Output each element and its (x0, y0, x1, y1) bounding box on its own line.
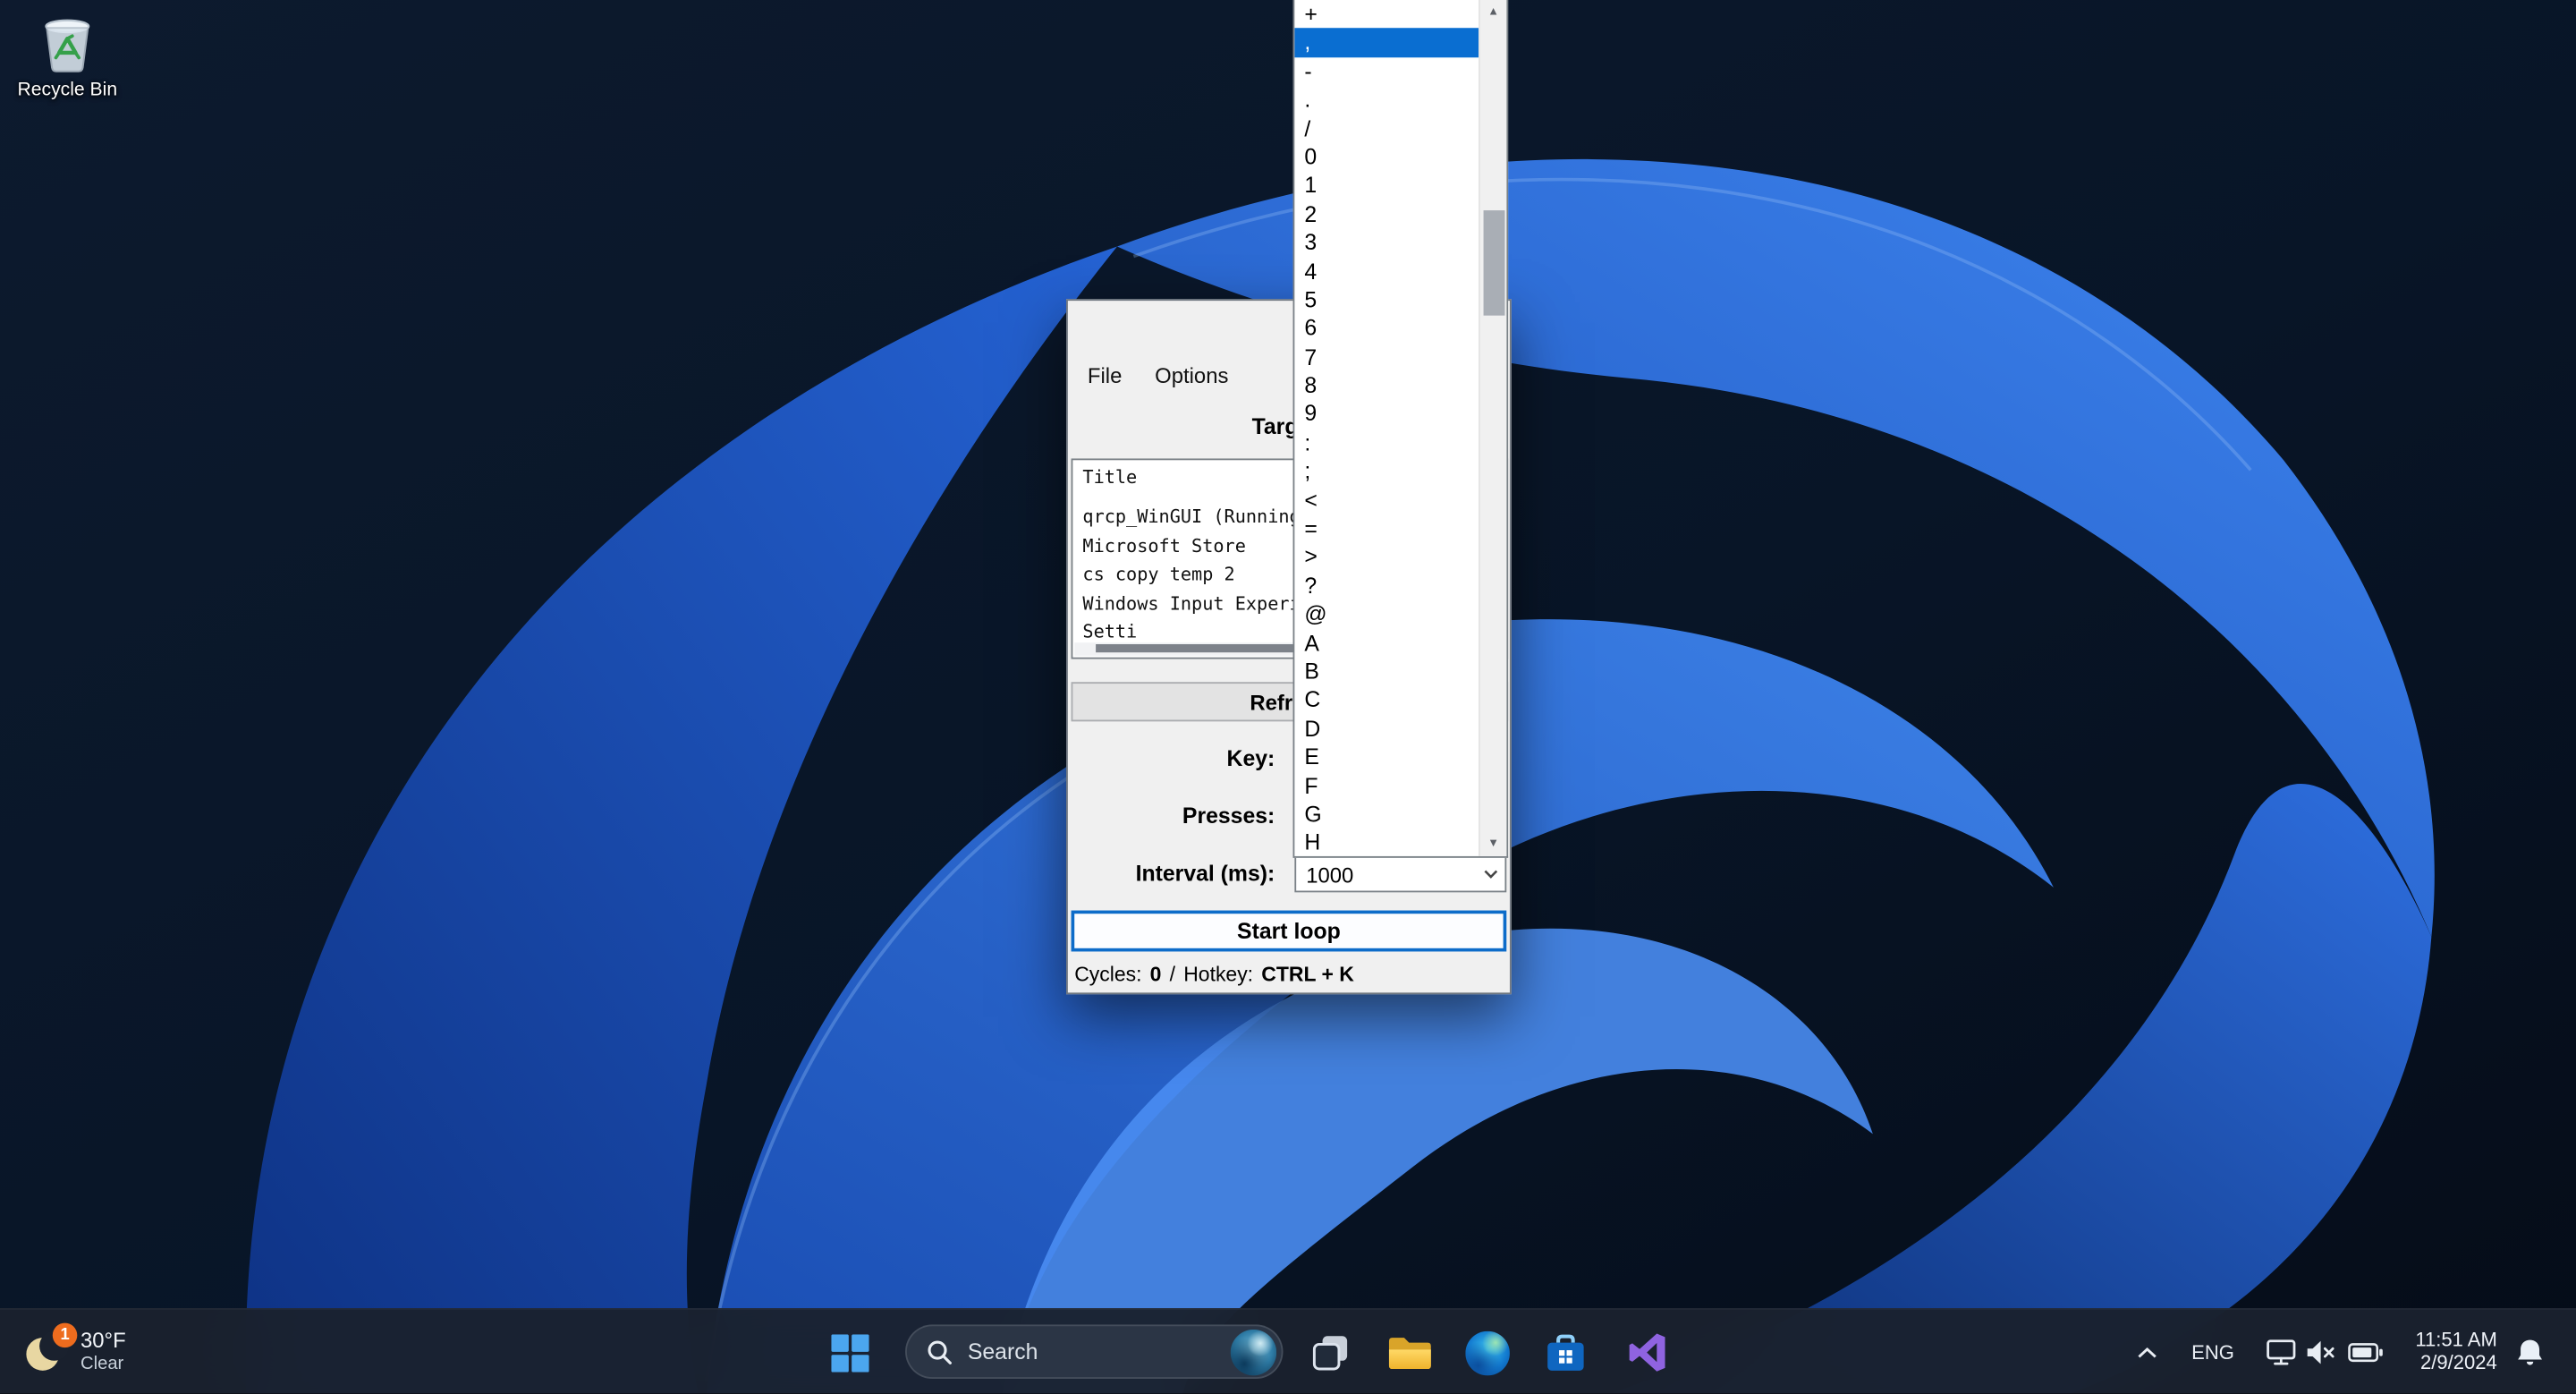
volume-muted-icon (2304, 1339, 2335, 1365)
menu-file[interactable]: File (1072, 359, 1139, 390)
network-icon (2265, 1338, 2296, 1367)
weather-condition: Clear (80, 1355, 126, 1375)
notification-badge: 1 (53, 1323, 78, 1348)
presses-label: Presses: (1068, 803, 1275, 829)
widgets-weather-button[interactable]: 1 30°F Clear (10, 1313, 142, 1392)
dropdown-vertical-scrollbar[interactable]: ▲ ▼ (1479, 0, 1506, 856)
dropdown-item[interactable]: 3 (1294, 229, 1479, 258)
dropdown-item[interactable]: + (1294, 0, 1479, 29)
dropdown-item[interactable]: 4 (1294, 257, 1479, 285)
dropdown-item[interactable]: 5 (1294, 285, 1479, 314)
edge-browser-icon (1464, 1330, 1509, 1375)
search-label: Search (968, 1339, 1216, 1364)
start-button[interactable] (817, 1320, 882, 1385)
visual-studio-icon (1626, 1331, 1669, 1374)
task-view-button[interactable] (1298, 1320, 1363, 1385)
dropdown-item[interactable]: ; (1294, 457, 1479, 486)
dropdown-item[interactable]: . (1294, 86, 1479, 115)
recycle-bin-icon (33, 10, 102, 75)
dropdown-item[interactable]: 1 (1294, 172, 1479, 200)
dropdown-scrollbar-thumb[interactable] (1483, 210, 1504, 316)
menu-bar: File Options (1072, 357, 1245, 393)
notification-center-button[interactable] (2507, 1320, 2553, 1385)
chevron-up-icon (2138, 1347, 2157, 1358)
menu-options[interactable]: Options (1139, 359, 1245, 390)
dropdown-item[interactable]: @ (1294, 600, 1479, 629)
taskbar: 1 30°F Clear Search (0, 1308, 2576, 1394)
dropdown-item[interactable]: 7 (1294, 343, 1479, 371)
dropdown-item[interactable]: / (1294, 115, 1479, 143)
dropdown-item[interactable]: = (1294, 514, 1479, 543)
hotkey-label: Hotkey: (1183, 962, 1253, 985)
dropdown-item[interactable]: B (1294, 658, 1479, 686)
language-indicator[interactable]: ENG (2182, 1320, 2244, 1385)
dropdown-item[interactable]: , (1294, 29, 1479, 57)
weather-temperature: 30°F (80, 1330, 126, 1354)
dropdown-item[interactable]: > (1294, 543, 1479, 572)
key-dropdown-list: +,-./0123456789:;<=>?@ABCDEFGH (1294, 0, 1479, 856)
scroll-down-arrow-icon[interactable]: ▼ (1480, 831, 1506, 856)
dropdown-item[interactable]: F (1294, 771, 1479, 800)
dropdown-item[interactable]: - (1294, 57, 1479, 86)
edge-button[interactable] (1454, 1320, 1520, 1385)
start-loop-button[interactable]: Start loop (1072, 911, 1507, 952)
chevron-down-icon (1484, 870, 1499, 880)
dropdown-item[interactable]: : (1294, 429, 1479, 457)
file-explorer-button[interactable] (1377, 1320, 1442, 1385)
key-dropdown-menu: +,-./0123456789:;<=>?@ABCDEFGH ▲ ▼ (1293, 0, 1509, 858)
dropdown-item[interactable]: E (1294, 743, 1479, 771)
status-bar: Cycles: 0 / Hotkey: CTRL + K (1068, 955, 1510, 992)
tray-date: 2/9/2024 (2420, 1353, 2497, 1376)
recycle-bin-shortcut[interactable]: Recycle Bin (10, 10, 125, 100)
dropdown-item[interactable]: ? (1294, 572, 1479, 600)
hotkey-value: CTRL + K (1261, 962, 1354, 985)
bell-icon (2515, 1338, 2545, 1367)
search-icon (927, 1339, 953, 1364)
desktop: Recycle Bin File Options Target window: … (0, 0, 2576, 1394)
network-button[interactable] (2260, 1320, 2300, 1385)
dropdown-item[interactable]: 9 (1294, 400, 1479, 429)
interval-value: 1000 (1306, 862, 1353, 887)
battery-icon (2348, 1339, 2384, 1365)
file-explorer-folder-icon (1386, 1334, 1432, 1372)
scroll-up-arrow-icon[interactable]: ▲ (1480, 0, 1506, 25)
dropdown-item[interactable]: 2 (1294, 200, 1479, 229)
volume-button[interactable] (2300, 1320, 2339, 1385)
cycles-label: Cycles: (1074, 962, 1141, 985)
interval-label: Interval (ms): (1068, 861, 1275, 886)
dropdown-item[interactable]: G (1294, 800, 1479, 829)
dropdown-item[interactable]: < (1294, 486, 1479, 514)
visual-studio-button[interactable] (1615, 1320, 1681, 1385)
dropdown-item[interactable]: C (1294, 686, 1479, 715)
tray-time: 11:51 AM (2415, 1330, 2496, 1353)
search-box[interactable]: Search (905, 1324, 1283, 1379)
hidden-icons-button[interactable] (2129, 1320, 2165, 1385)
microsoft-store-icon (1545, 1332, 1588, 1373)
key-label: Key: (1068, 746, 1275, 771)
status-separator: / (1170, 962, 1175, 985)
scrollbar-thumb[interactable] (1096, 644, 1296, 652)
task-view-icon (1311, 1333, 1351, 1373)
dropdown-item[interactable]: H (1294, 829, 1479, 856)
interval-combobox[interactable]: 1000 (1294, 856, 1506, 892)
dropdown-item[interactable]: A (1294, 629, 1479, 658)
cycles-value: 0 (1150, 962, 1162, 985)
dropdown-item[interactable]: 6 (1294, 314, 1479, 343)
microsoft-store-button[interactable] (1533, 1320, 1598, 1385)
dropdown-item[interactable]: D (1294, 715, 1479, 744)
battery-button[interactable] (2343, 1320, 2388, 1385)
dropdown-item[interactable]: 8 (1294, 371, 1479, 400)
windows-logo-icon (830, 1334, 868, 1372)
bing-daily-image-icon[interactable] (1231, 1329, 1276, 1374)
dropdown-item[interactable]: 0 (1294, 143, 1479, 172)
clock[interactable]: 11:51 AM 2/9/2024 (2395, 1320, 2497, 1385)
recycle-bin-label: Recycle Bin (10, 81, 125, 100)
